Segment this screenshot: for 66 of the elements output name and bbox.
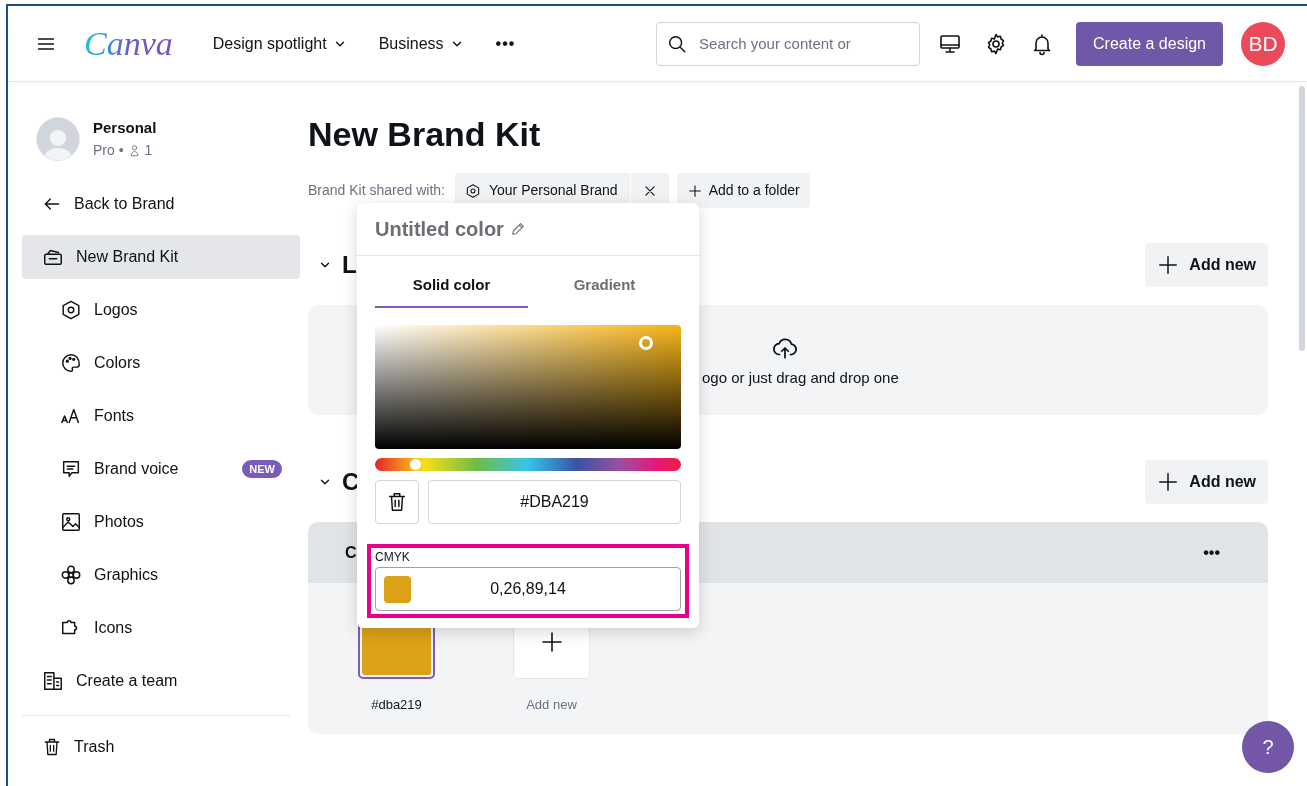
- cmyk-label: CMYK: [375, 550, 411, 564]
- add-new-button[interactable]: Add new: [1145, 243, 1268, 287]
- nav-menu[interactable]: Business: [378, 31, 464, 56]
- scrollbar[interactable]: [1299, 86, 1305, 351]
- color-name: Untitled color: [375, 217, 504, 242]
- cmyk-field[interactable]: 0,26,89,14: [375, 567, 681, 611]
- picker-tab[interactable]: Gradient: [528, 264, 681, 308]
- cloud-upload-icon: [772, 335, 798, 361]
- plus-icon: [1157, 471, 1180, 493]
- delete-button[interactable]: [375, 480, 419, 524]
- sidebar-item[interactable]: Colors: [22, 341, 300, 385]
- sidebar-item[interactable]: Logos: [22, 288, 300, 332]
- picker-thumb[interactable]: [639, 336, 653, 350]
- section-heading: C: [342, 467, 360, 497]
- add-new-button[interactable]: Add new: [1145, 460, 1268, 504]
- trash-link[interactable]: Trash: [22, 725, 300, 769]
- pencil-icon: [509, 221, 526, 237]
- help-button[interactable]: ?: [1242, 721, 1294, 773]
- chip-label: Your Personal Brand: [488, 181, 618, 200]
- plus-icon: [1157, 254, 1180, 276]
- building-icon: [42, 670, 64, 692]
- color-hex: #dba219: [371, 696, 422, 714]
- hexagon-icon: [464, 182, 481, 199]
- add-color-label: Add new: [526, 696, 577, 714]
- user-avatar[interactable]: BD: [1241, 21, 1285, 66]
- chat-icon: [60, 458, 82, 480]
- search-field[interactable]: Search your content or: [656, 21, 921, 66]
- trash-icon: [42, 737, 62, 757]
- plan-label: Pro •: [93, 140, 124, 160]
- palette-icon: [60, 352, 82, 374]
- more-button[interactable]: •••: [1203, 540, 1220, 565]
- upload-hint: ogo or just drag and drop one: [702, 368, 899, 388]
- hue-slider[interactable]: [375, 458, 681, 471]
- shared-label: Brand Kit shared with:: [308, 181, 445, 200]
- member-count: 1: [144, 140, 153, 160]
- hue-thumb[interactable]: [409, 459, 421, 470]
- create-design-button[interactable]: Create a design: [1076, 21, 1223, 66]
- more-button[interactable]: •••: [495, 31, 516, 56]
- back-link[interactable]: Back to Brand: [22, 182, 300, 226]
- add-folder-button[interactable]: Add to a folder: [676, 173, 810, 208]
- image-icon: [60, 511, 82, 533]
- trash-icon: [386, 491, 408, 513]
- sidebar-item[interactable]: Graphics: [22, 553, 300, 597]
- new-badge: NEW: [242, 459, 282, 479]
- hex-field[interactable]: #DBA219: [428, 480, 681, 524]
- sidebar-item[interactable]: Photos: [22, 500, 300, 544]
- sidebar-item[interactable]: Icons: [22, 606, 300, 650]
- sidebar-item[interactable]: Brand voice NEW: [22, 447, 300, 491]
- sidebar-item[interactable]: New Brand Kit: [22, 235, 300, 279]
- cmyk-value: 0,26,89,14: [489, 579, 567, 599]
- flower-icon: [60, 564, 82, 586]
- plus-icon: [539, 629, 564, 654]
- hexagon-icon: [60, 299, 82, 321]
- cmyk-swatch: [384, 575, 411, 603]
- saturation-picker[interactable]: [375, 325, 681, 449]
- section-heading: L: [342, 250, 357, 280]
- close-icon: [642, 183, 657, 198]
- nav-menu[interactable]: Design spotlight: [212, 31, 347, 56]
- profile-avatar: [36, 117, 80, 161]
- plus-icon: [686, 182, 703, 199]
- sidebar-item[interactable]: Fonts: [22, 394, 300, 438]
- palette-name: C: [345, 542, 357, 563]
- page-title: New Brand Kit: [308, 114, 542, 155]
- sidebar-item[interactable]: Create a team: [22, 659, 300, 703]
- picker-tab[interactable]: Solid color: [375, 264, 528, 308]
- profile-name: Personal: [93, 118, 157, 139]
